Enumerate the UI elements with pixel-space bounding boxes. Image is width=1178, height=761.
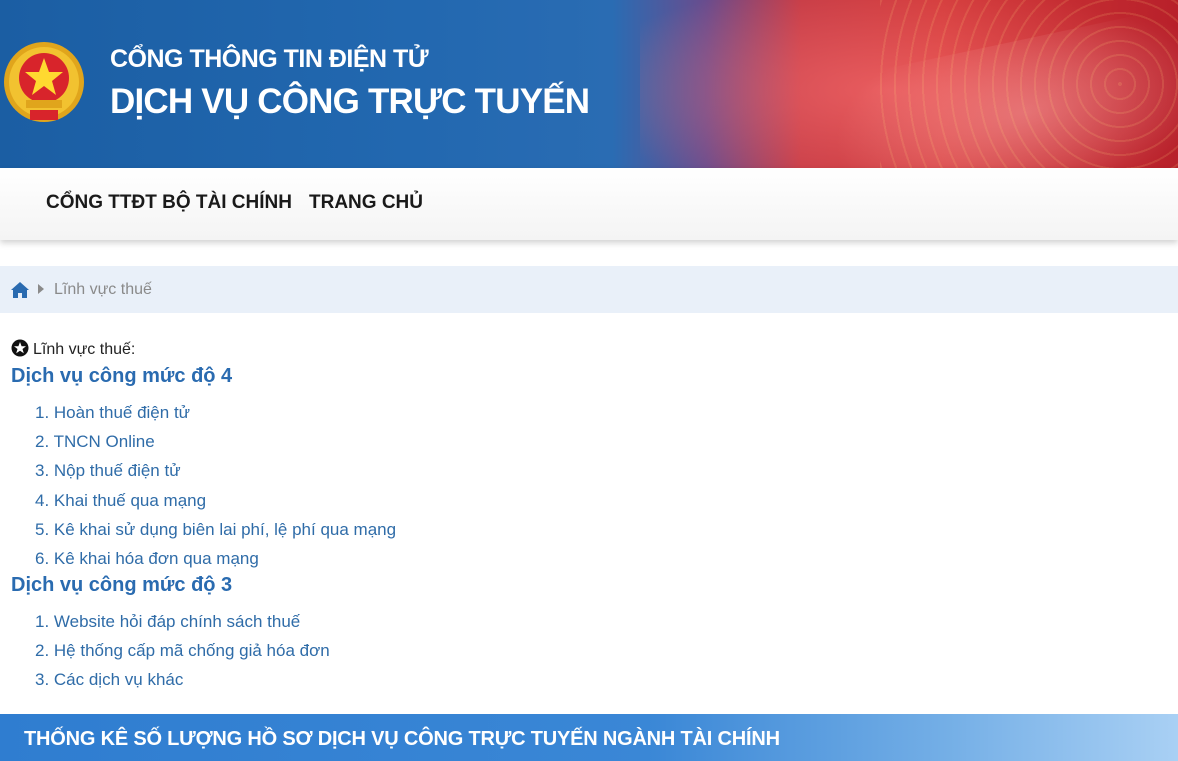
service-link[interactable]: 1. Hoàn thuế điện tử [35, 403, 190, 423]
nav-ministry-portal[interactable]: CỔNG TTĐT BỘ TÀI CHÍNH [46, 192, 292, 214]
drum-pattern [880, 0, 1178, 168]
breadcrumb: Lĩnh vực thuế [0, 266, 1178, 313]
service-link[interactable]: 3. Nộp thuế điện tử [35, 461, 181, 481]
group-heading-level3: Dịch vụ công mức độ 3 [11, 574, 233, 596]
home-icon[interactable] [10, 281, 30, 299]
group-heading-level4: Dịch vụ công mức độ 4 [11, 365, 233, 387]
star-circle-icon [11, 339, 29, 357]
service-link[interactable]: 4. Khai thuế qua mạng [35, 491, 206, 511]
stats-section-header: THỐNG KÊ SỐ LƯỢNG HỒ SƠ DỊCH VỤ CÔNG TRỰ… [0, 714, 1178, 761]
site-banner: CỔNG THÔNG TIN ĐIỆN TỬ DỊCH VỤ CÔNG TRỰC… [0, 0, 1178, 168]
breadcrumb-current: Lĩnh vực thuế [54, 281, 152, 298]
service-link[interactable]: 1. Website hỏi đáp chính sách thuế [35, 612, 300, 632]
service-link[interactable]: 2. Hệ thống cấp mã chống giả hóa đơn [35, 641, 330, 661]
service-link[interactable]: 2. TNCN Online [35, 432, 155, 452]
national-emblem-icon [4, 42, 84, 122]
service-link[interactable]: 5. Kê khai sử dụng biên lai phí, lệ phí … [35, 520, 396, 540]
section-label-text: Lĩnh vực thuế: [33, 341, 136, 358]
portal-title: CỔNG THÔNG TIN ĐIỆN TỬ [110, 45, 429, 73]
service-link[interactable]: 6. Kê khai hóa đơn qua mạng [35, 549, 259, 569]
main-nav: CỔNG TTĐT BỘ TÀI CHÍNH TRANG CHỦ [0, 168, 1178, 240]
section-label: Lĩnh vực thuế: [11, 339, 135, 359]
stats-title: THỐNG KÊ SỐ LƯỢNG HỒ SƠ DỊCH VỤ CÔNG TRỰ… [24, 728, 780, 750]
service-link[interactable]: 3. Các dịch vụ khác [35, 670, 183, 690]
chevron-right-icon [38, 284, 44, 294]
nav-home[interactable]: TRANG CHỦ [309, 192, 423, 214]
portal-subtitle: DỊCH VỤ CÔNG TRỰC TUYẾN [110, 82, 590, 121]
